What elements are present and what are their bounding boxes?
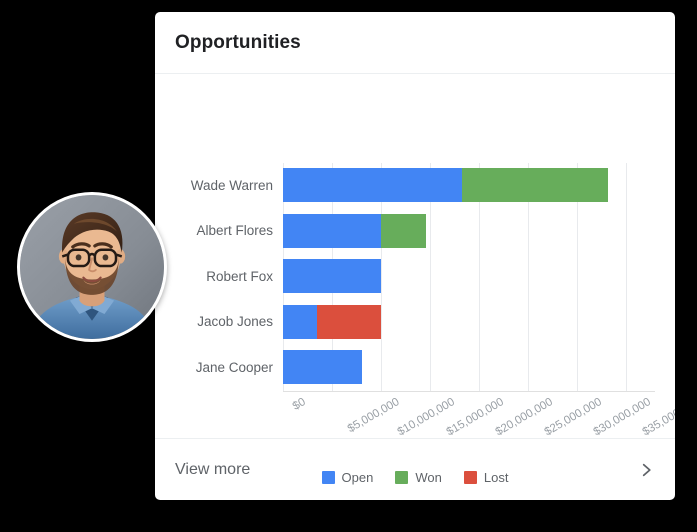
category-label: Robert Fox [206, 268, 273, 284]
chart-row: Jacob Jones [197, 304, 655, 339]
avatar [17, 192, 167, 342]
screen-root: Opportunities Wade Warren Albert Flores Ro… [0, 0, 697, 532]
bar-segment-open[interactable] [283, 168, 463, 202]
x-tick-label: $5,000,000 [345, 396, 402, 436]
chart-bar-rows: Wade Warren Albert Flores Robert Fox Jacob … [191, 163, 655, 391]
view-more-button[interactable]: View more [155, 438, 675, 500]
chart-row: Jane Cooper [196, 350, 655, 385]
page-title: Opportunities [175, 31, 301, 53]
chevron-right-icon [637, 461, 655, 479]
bar-segment-open[interactable] [283, 350, 363, 385]
chart-row: Wade Warren [191, 168, 655, 202]
card-header: Opportunities [155, 12, 675, 74]
chart-body: Wade Warren Albert Flores Robert Fox Jacob … [155, 74, 675, 485]
chart-row: Robert Fox [206, 259, 655, 294]
category-label: Jacob Jones [197, 314, 273, 330]
category-label: Albert Flores [196, 223, 273, 239]
bar-segment-open[interactable] [283, 213, 381, 248]
chart-plot-area: Wade Warren Albert Flores Robert Fox Jacob … [191, 163, 655, 391]
bar-segment-lost[interactable] [317, 304, 381, 339]
bar-segment-open[interactable] [283, 304, 318, 339]
bar-segment-won[interactable] [380, 213, 426, 248]
view-more-label: View more [175, 460, 251, 478]
category-label: Wade Warren [190, 177, 273, 193]
category-label: Jane Cooper [195, 359, 273, 375]
chart-x-axis-line [283, 391, 655, 392]
bar-segment-won[interactable] [462, 168, 608, 202]
x-tick-label: $0 [290, 396, 308, 413]
chart-row: Albert Flores [196, 213, 655, 248]
bar-segment-open[interactable] [283, 259, 381, 294]
user-photo-avatar [20, 195, 164, 339]
opportunities-card: Opportunities Wade Warren Albert Flores Ro… [155, 12, 675, 500]
